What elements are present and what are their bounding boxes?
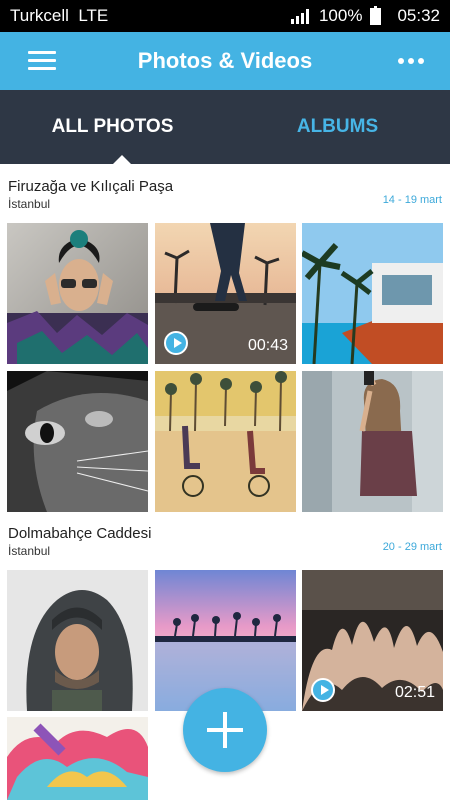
section-header: Dolmabahçe Caddesi İstanbul 20 - 29 mart bbox=[8, 525, 442, 558]
play-icon bbox=[164, 331, 188, 355]
photo-thumbnail[interactable] bbox=[7, 371, 148, 512]
section-dates: 20 - 29 mart bbox=[382, 541, 442, 553]
section-dates: 14 - 19 mart bbox=[382, 194, 442, 206]
app-bar: Photos & Videos bbox=[0, 32, 450, 90]
photo-thumbnail[interactable] bbox=[302, 223, 443, 364]
section-title: Firuzağa ve Kılıçali Paşa bbox=[8, 178, 174, 195]
section-location: İstanbul bbox=[8, 197, 51, 211]
play-icon bbox=[311, 678, 335, 702]
section-header: Firuzağa ve Kılıçali Paşa İstanbul 14 - … bbox=[8, 178, 442, 211]
page-title: Photos & Videos bbox=[137, 48, 313, 73]
hamburger-menu-icon[interactable] bbox=[28, 51, 56, 71]
battery-percent: 100% bbox=[318, 6, 363, 25]
photo-thumbnail[interactable] bbox=[155, 371, 296, 512]
photo-thumbnail[interactable] bbox=[302, 371, 443, 512]
carrier-name: Turkcell bbox=[10, 6, 69, 25]
section-location: İstanbul bbox=[8, 544, 51, 558]
tab-all-photos[interactable]: ALL PHOTOS bbox=[0, 90, 225, 164]
tab-albums[interactable]: ALBUMS bbox=[225, 90, 450, 164]
network-type: LTE bbox=[78, 6, 109, 25]
video-duration: 00:43 bbox=[247, 337, 288, 354]
clock: 05:32 bbox=[397, 6, 440, 25]
status-bar: Turkcell LTE 100% 05:32 bbox=[0, 0, 450, 32]
active-tab-indicator bbox=[112, 155, 132, 165]
add-button[interactable] bbox=[183, 688, 267, 772]
video-duration: 02:51 bbox=[394, 684, 435, 701]
more-dots-icon[interactable] bbox=[398, 58, 424, 64]
video-thumbnail[interactable]: 00:43 bbox=[155, 223, 296, 364]
carrier-info: Turkcell LTE bbox=[10, 6, 291, 26]
tab-bar: ALL PHOTOS ALBUMS bbox=[0, 90, 450, 165]
photo-thumbnail[interactable] bbox=[7, 570, 148, 711]
video-thumbnail[interactable]: 02:51 bbox=[302, 570, 443, 711]
photo-thumbnail[interactable] bbox=[7, 223, 148, 364]
signal-icon bbox=[290, 8, 309, 24]
section-title: Dolmabahçe Caddesi bbox=[8, 525, 152, 542]
photo-thumbnail[interactable] bbox=[7, 717, 148, 800]
battery-icon bbox=[370, 5, 382, 25]
